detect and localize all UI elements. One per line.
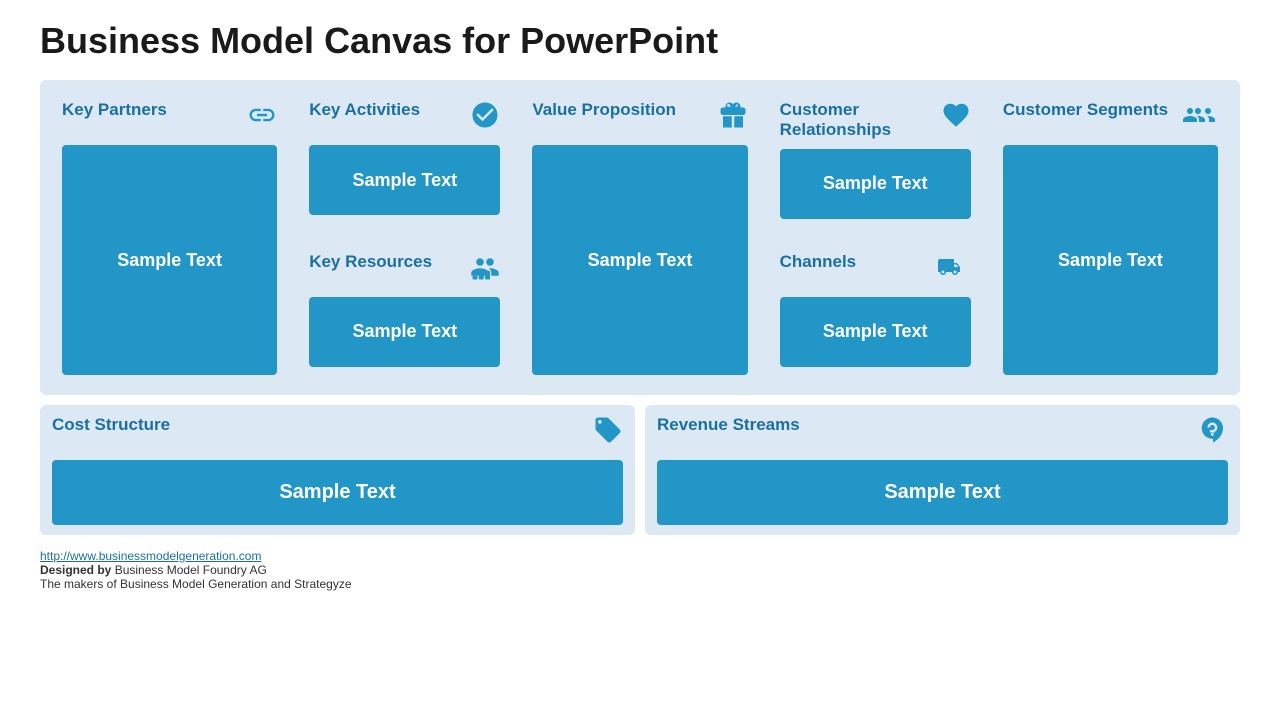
canvas-wrapper: Key Partners Sample Text Key Activities xyxy=(40,80,1240,535)
customer-segments-sample: Sample Text xyxy=(1003,145,1218,375)
revenue-streams-sample: Sample Text xyxy=(657,460,1228,525)
cell-revenue-header: Revenue Streams xyxy=(657,415,1228,452)
cell-key-resources: Key Resources Sample Text xyxy=(297,242,512,386)
key-resources-title: Key Resources xyxy=(309,252,432,272)
footer-tagline: The makers of Business Model Generation … xyxy=(40,577,352,591)
heart-icon xyxy=(941,100,971,137)
footer-designed-by-label: Designed by xyxy=(40,563,111,577)
check-icon xyxy=(470,100,500,137)
key-activities-sample: Sample Text xyxy=(309,145,500,215)
cell-key-partners-header: Key Partners xyxy=(62,100,277,137)
customer-segments-title: Customer Segments xyxy=(1003,100,1168,120)
gift-icon xyxy=(718,100,748,137)
cr-channels-group: Customer Relationships Sample Text Chann… xyxy=(768,90,983,385)
bottom-section: Cost Structure Sample Text Revenue Strea… xyxy=(40,405,1240,535)
cell-channels: Channels Sample Text xyxy=(768,242,983,386)
cell-channels-header: Channels xyxy=(780,252,971,289)
link-icon xyxy=(247,100,277,137)
people-chart-icon xyxy=(470,252,500,289)
cost-structure-title: Cost Structure xyxy=(52,415,170,435)
cell-key-resources-header: Key Resources xyxy=(309,252,500,289)
money-icon xyxy=(1198,415,1228,452)
channels-title: Channels xyxy=(780,252,857,272)
cell-customer-relationships: Customer Relationships Sample Text xyxy=(768,90,983,234)
cost-structure-sample: Sample Text xyxy=(52,460,623,525)
cell-cost-structure: Cost Structure Sample Text xyxy=(40,405,635,535)
footer-designed-by-value: Business Model Foundry AG xyxy=(115,563,267,577)
cell-cost-header: Cost Structure xyxy=(52,415,623,452)
truck-icon xyxy=(937,252,971,289)
cell-customer-segments: Customer Segments Sample Text xyxy=(991,90,1230,385)
key-activities-title: Key Activities xyxy=(309,100,420,120)
key-partners-sample: Sample Text xyxy=(62,145,277,375)
cell-cr-header: Customer Relationships xyxy=(780,100,971,141)
page-title: Business Model Canvas for PowerPoint xyxy=(40,20,1240,62)
cell-key-activities: Key Activities Sample Text xyxy=(297,90,512,234)
cell-key-partners: Key Partners Sample Text xyxy=(50,90,289,385)
key-resources-sample: Sample Text xyxy=(309,297,500,367)
people-icon xyxy=(1182,100,1218,137)
cell-revenue-streams: Revenue Streams Sample Text xyxy=(645,405,1240,535)
footer: http://www.businessmodelgeneration.com D… xyxy=(40,549,1240,591)
value-proposition-sample: Sample Text xyxy=(532,145,747,375)
cell-key-activities-header: Key Activities xyxy=(309,100,500,137)
cell-segments-header: Customer Segments xyxy=(1003,100,1218,137)
top-section: Key Partners Sample Text Key Activities xyxy=(40,80,1240,395)
footer-url[interactable]: http://www.businessmodelgeneration.com xyxy=(40,549,261,563)
cell-value-proposition-header: Value Proposition xyxy=(532,100,747,137)
revenue-streams-title: Revenue Streams xyxy=(657,415,800,435)
key-partners-title: Key Partners xyxy=(62,100,167,120)
tag-icon xyxy=(593,415,623,452)
customer-relationships-title: Customer Relationships xyxy=(780,100,935,141)
activities-resources-group: Key Activities Sample Text Key Resources xyxy=(297,90,512,385)
cell-value-proposition: Value Proposition Sample Text xyxy=(520,90,759,385)
value-proposition-title: Value Proposition xyxy=(532,100,676,120)
customer-relationships-sample: Sample Text xyxy=(780,149,971,219)
channels-sample: Sample Text xyxy=(780,297,971,367)
